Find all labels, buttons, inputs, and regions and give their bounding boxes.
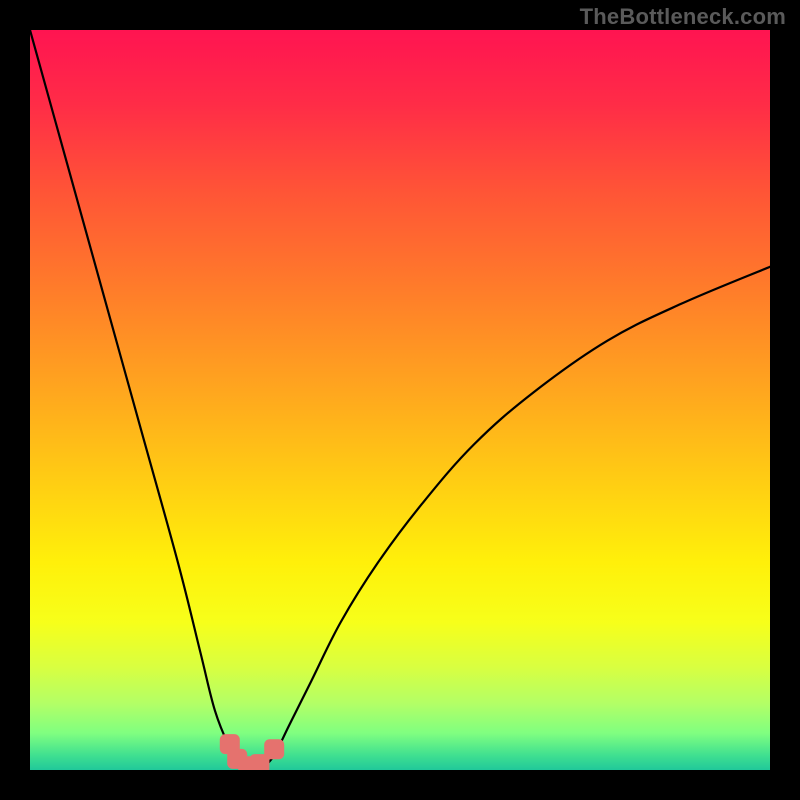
bottleneck-chart (30, 30, 770, 770)
plot-area (30, 30, 770, 770)
chart-container: TheBottleneck.com (0, 0, 800, 800)
marker-point (264, 739, 284, 759)
gradient-background (30, 30, 770, 770)
watermark-text: TheBottleneck.com (580, 4, 786, 30)
